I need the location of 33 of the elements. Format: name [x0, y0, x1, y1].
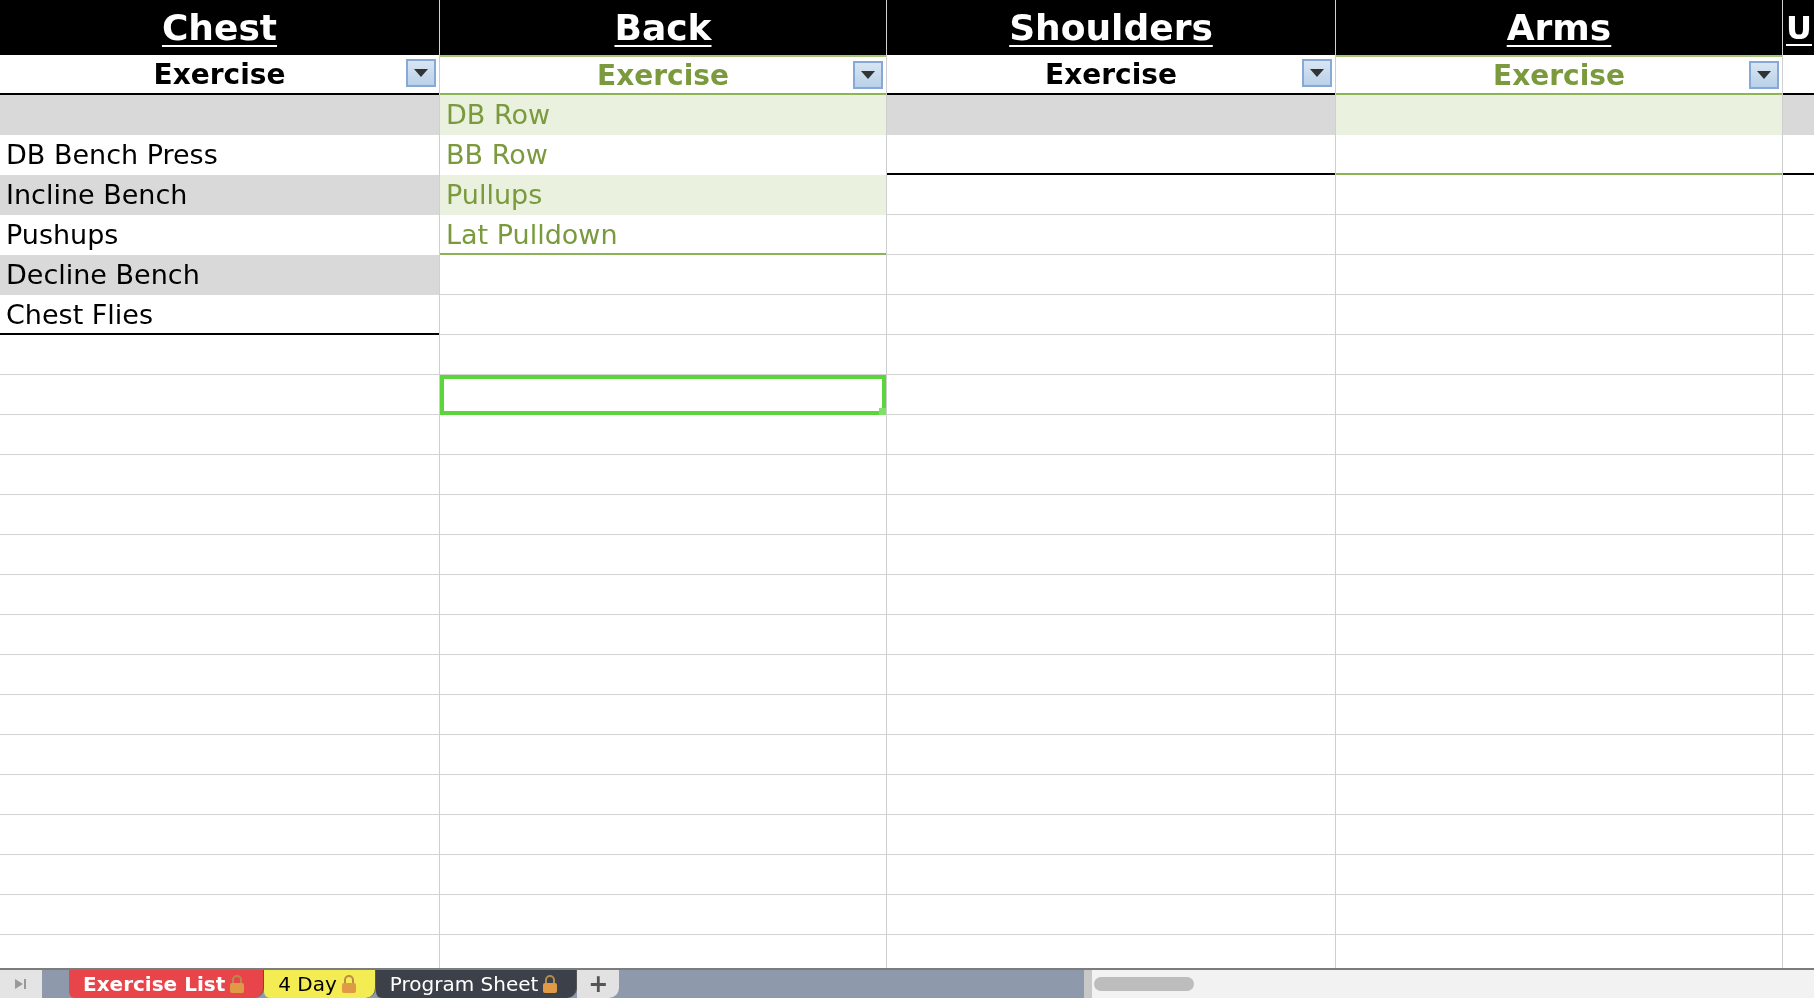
selected-cell[interactable]	[440, 375, 886, 415]
table-cell: Pullups	[440, 175, 886, 215]
table-cell: Decline Bench	[0, 255, 439, 295]
column-header: Exercise	[1045, 57, 1177, 91]
table-title: Chest	[161, 7, 278, 48]
table-cell: Incline Bench	[0, 175, 439, 215]
scrollbar-thumb[interactable]	[1094, 977, 1194, 991]
caret-down-icon	[414, 69, 428, 77]
table-cell: DB Row	[440, 95, 886, 135]
table-title: Back	[614, 7, 712, 48]
lock-icon	[229, 974, 246, 994]
dropdown-button[interactable]	[1749, 61, 1779, 89]
dropdown-button[interactable]	[406, 59, 436, 87]
caret-down-icon	[1310, 69, 1324, 77]
sheet-tab[interactable]: Program Sheet	[375, 970, 578, 998]
table-title: Arms	[1506, 7, 1612, 48]
caret-down-icon	[861, 71, 875, 79]
last-sheet-button[interactable]	[0, 970, 42, 998]
sheet-tab[interactable]: 4 Day	[264, 970, 376, 998]
horizontal-scrollbar[interactable]	[1084, 970, 1814, 998]
column-header: Exercise	[1493, 58, 1625, 92]
lock-icon	[340, 974, 357, 994]
caret-down-icon	[1757, 71, 1771, 79]
column-header: Exercise	[597, 58, 729, 92]
table-title: U	[1786, 8, 1812, 47]
fill-handle[interactable]	[879, 408, 886, 415]
dropdown-button[interactable]	[853, 61, 883, 89]
column-header: Exercise	[153, 57, 286, 91]
add-sheet-button[interactable]: +	[577, 970, 620, 998]
table-title: Shoulders	[1009, 7, 1213, 48]
dropdown-button[interactable]	[1302, 59, 1332, 87]
lock-icon	[542, 974, 559, 994]
sheet-tab[interactable]: Exercise List	[69, 970, 265, 998]
